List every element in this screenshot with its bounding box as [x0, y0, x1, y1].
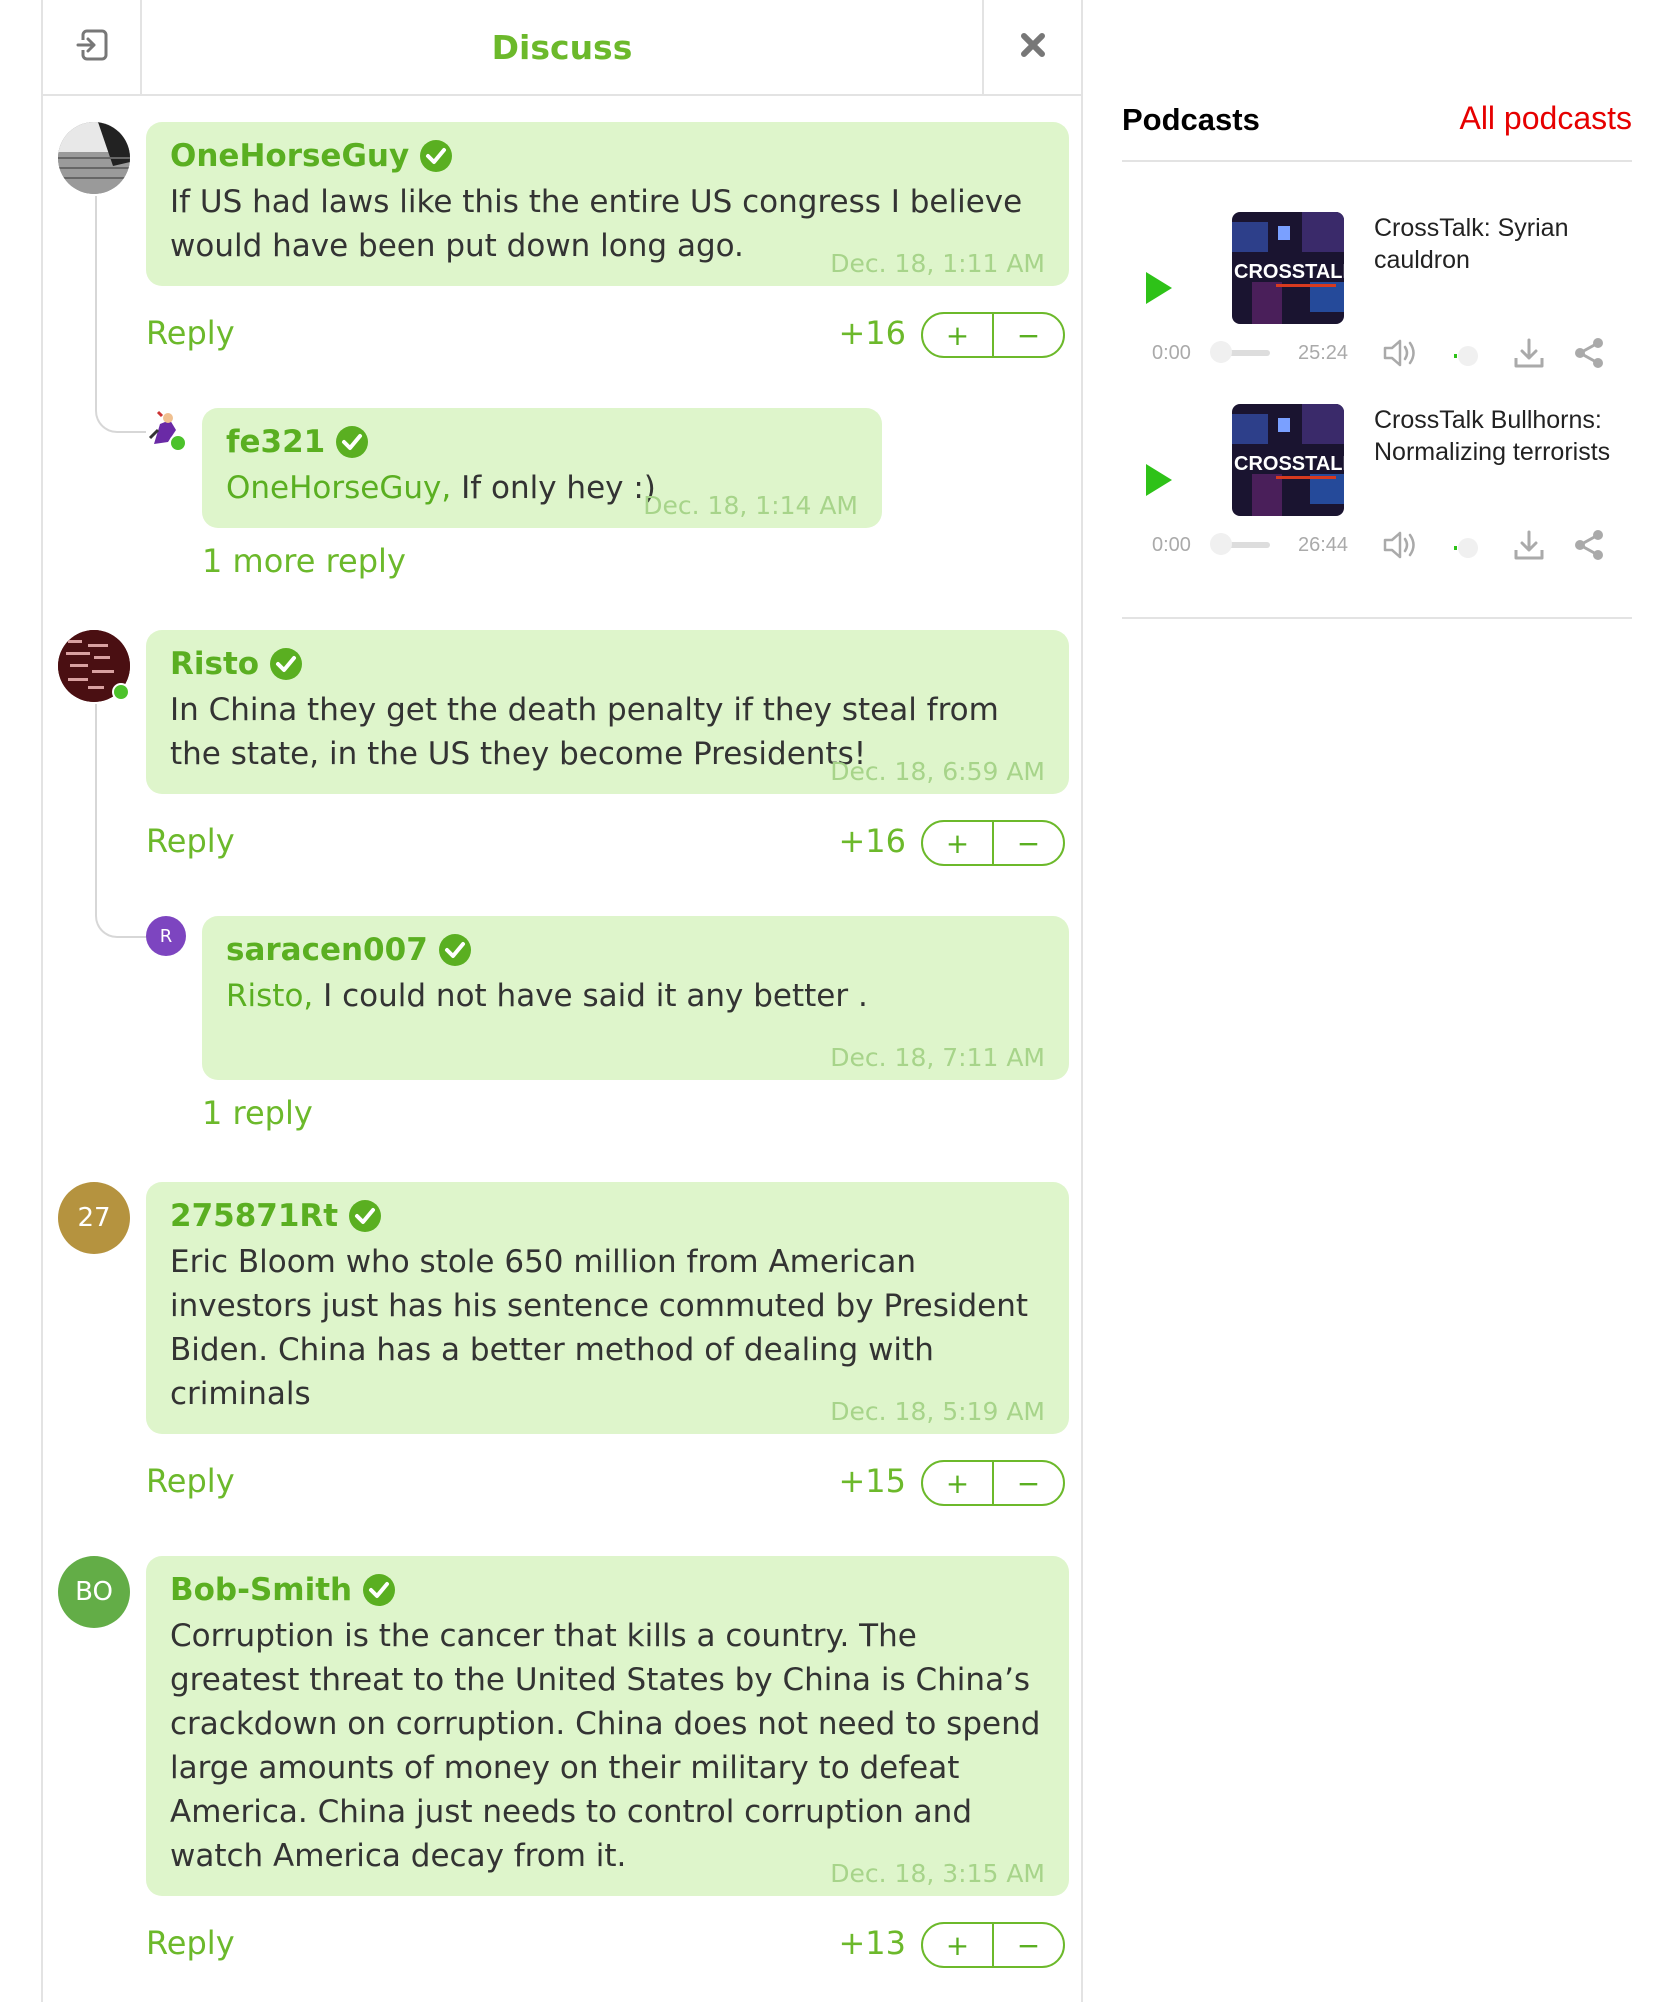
login-button[interactable] — [43, 0, 142, 94]
avatar-initials: R — [159, 925, 173, 947]
verified-icon — [335, 425, 369, 459]
reply-button[interactable]: Reply — [146, 1924, 235, 1962]
volume-slider[interactable] — [1452, 536, 1480, 564]
play-icon[interactable] — [1146, 272, 1172, 304]
podcast-item: CROSSTALK CrossTalk: Syrian cauldron 0:0… — [1122, 212, 1632, 402]
avatar[interactable]: BO — [58, 1556, 130, 1628]
comment-score: +15 — [838, 1462, 906, 1500]
reply-bubble: fe321 OneHorseGuy, If only hey :) Dec. 1… — [202, 408, 882, 528]
reply-author[interactable]: saracen007 — [226, 930, 428, 970]
close-icon — [1019, 31, 1047, 63]
download-icon[interactable] — [1512, 528, 1546, 566]
comment-author[interactable]: Risto — [170, 644, 259, 684]
comment-score: +16 — [838, 822, 906, 860]
more-replies-link[interactable]: 1 reply — [202, 1094, 313, 1132]
comment-date: Dec. 18, 6:59 AM — [830, 757, 1045, 786]
thread-line — [95, 196, 149, 433]
downvote-button[interactable]: − — [994, 314, 1063, 356]
volume-icon[interactable] — [1382, 528, 1420, 566]
vote-control: + − — [921, 312, 1065, 358]
progress-knob[interactable] — [1210, 533, 1232, 555]
verified-icon — [419, 139, 453, 173]
verified-icon — [362, 1573, 396, 1607]
thumbnail-logo-text: CROSSTALK — [1234, 453, 1344, 475]
online-indicator — [169, 434, 187, 452]
podcast-item: CROSSTALK CrossTalk Bullhorns: Normalizi… — [1122, 404, 1632, 594]
podcast-thumbnail[interactable]: CROSSTALK — [1232, 404, 1344, 516]
verified-icon — [348, 1199, 382, 1233]
vote-control: + − — [921, 820, 1065, 866]
comment-bubble: Bob-Smith Corruption is the cancer that … — [146, 1556, 1069, 1896]
downvote-button[interactable]: − — [994, 1462, 1063, 1504]
reply-mention[interactable]: Risto, — [226, 978, 313, 1014]
comment-author[interactable]: 275871Rt — [170, 1196, 338, 1236]
podcast-title[interactable]: CrossTalk: Syrian cauldron — [1374, 212, 1636, 276]
all-podcasts-link[interactable]: All podcasts — [1459, 100, 1632, 137]
reply-button[interactable]: Reply — [146, 1462, 235, 1500]
avatar[interactable] — [58, 122, 130, 194]
comment-text: Eric Bloom who stole 650 million from Am… — [170, 1244, 1029, 1412]
comment-date: Dec. 18, 3:15 AM — [830, 1859, 1045, 1888]
online-indicator — [112, 683, 130, 701]
comment-date: Dec. 18, 5:19 AM — [830, 1397, 1045, 1426]
vote-control: + − — [921, 1460, 1065, 1506]
reply-author[interactable]: fe321 — [226, 422, 325, 462]
more-replies-link[interactable]: 1 more reply — [202, 542, 406, 580]
comment-bubble: 275871Rt Eric Bloom who stole 650 millio… — [146, 1182, 1069, 1434]
avatar[interactable]: R — [146, 916, 186, 956]
reply-bubble: saracen007 Risto, I could not have said … — [202, 916, 1069, 1080]
reply-mention[interactable]: OneHorseGuy, — [226, 470, 451, 506]
podcasts-divider — [1122, 617, 1632, 619]
current-time: 0:00 — [1152, 534, 1191, 556]
comment-text: Corruption is the cancer that kills a co… — [170, 1618, 1041, 1874]
current-time: 0:00 — [1152, 342, 1191, 364]
avatar[interactable]: 27 — [58, 1182, 130, 1254]
verified-icon — [269, 647, 303, 681]
podcasts-header: Podcasts All podcasts — [1122, 98, 1632, 162]
reply-button[interactable]: Reply — [146, 314, 235, 352]
reply-date: Dec. 18, 7:11 AM — [830, 1043, 1045, 1072]
thumbnail-logo-text: CROSSTALK — [1234, 261, 1344, 283]
upvote-button[interactable]: + — [923, 314, 994, 356]
podcasts-title: Podcasts — [1122, 102, 1260, 137]
share-icon[interactable] — [1572, 528, 1606, 566]
downvote-button[interactable]: − — [994, 1924, 1063, 1966]
podcast-thumbnail[interactable]: CROSSTALK — [1232, 212, 1344, 324]
progress-knob[interactable] — [1210, 341, 1232, 363]
discuss-header: Discuss — [43, 0, 1081, 96]
podcast-title[interactable]: CrossTalk Bullhorns: Normalizing terrori… — [1374, 404, 1636, 468]
verified-icon — [438, 933, 472, 967]
vote-control: + − — [921, 1922, 1065, 1968]
comment-score: +13 — [838, 1924, 906, 1962]
upvote-button[interactable]: + — [923, 1924, 994, 1966]
discuss-title: Discuss — [491, 27, 633, 67]
reply-text: I could not have said it any better . — [313, 978, 868, 1014]
avatar-initials: BO — [75, 1577, 113, 1607]
reply-button[interactable]: Reply — [146, 822, 235, 860]
login-icon — [74, 27, 110, 67]
play-icon[interactable] — [1146, 464, 1172, 496]
close-button[interactable] — [982, 0, 1081, 94]
avatar-initials: 27 — [77, 1203, 111, 1233]
reply-text: If only hey :) — [451, 470, 656, 506]
comment-bubble: Risto In China they get the death penalt… — [146, 630, 1069, 794]
downvote-button[interactable]: − — [994, 822, 1063, 864]
volume-icon[interactable] — [1382, 336, 1420, 374]
comment-score: +16 — [838, 314, 906, 352]
comment-author[interactable]: OneHorseGuy — [170, 136, 409, 176]
reply-date: Dec. 18, 1:14 AM — [643, 491, 858, 520]
upvote-button[interactable]: + — [923, 822, 994, 864]
duration: 25:24 — [1298, 342, 1349, 364]
upvote-button[interactable]: + — [923, 1462, 994, 1504]
volume-slider[interactable] — [1452, 344, 1480, 372]
thread-line — [95, 704, 149, 938]
duration: 26:44 — [1298, 534, 1349, 556]
download-icon[interactable] — [1512, 336, 1546, 374]
comment-bubble: OneHorseGuy If US had laws like this the… — [146, 122, 1069, 286]
share-icon[interactable] — [1572, 336, 1606, 374]
comment-date: Dec. 18, 1:11 AM — [830, 249, 1045, 278]
comment-author[interactable]: Bob-Smith — [170, 1570, 352, 1610]
